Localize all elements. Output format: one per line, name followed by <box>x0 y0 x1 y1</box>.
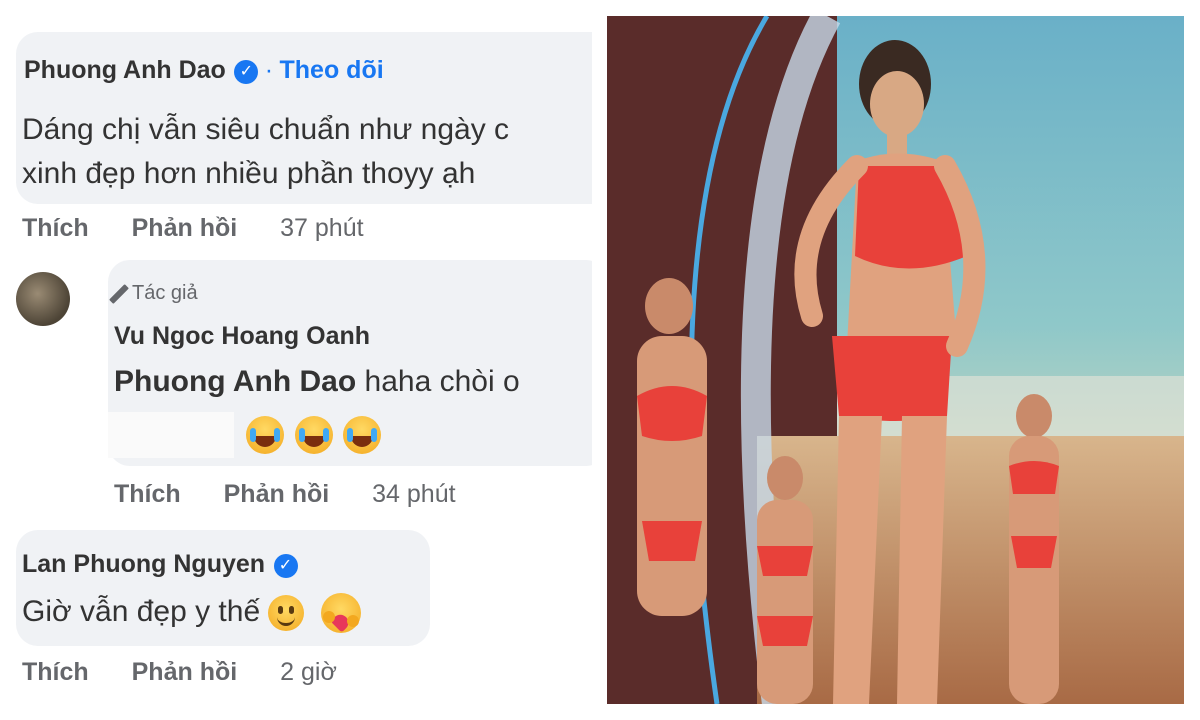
comment-text: Giờ vẫn đẹp y thế <box>22 590 361 634</box>
comment-text: Dáng chị vẫn siêu chuẩn như ngày c xinh … <box>22 108 509 196</box>
comment-author[interactable]: Vu Ngoc Hoang Oanh <box>114 322 370 351</box>
comment-text-line: Dáng chị vẫn siêu chuẩn như ngày c <box>22 113 510 146</box>
comment-actions: Thích Phản hồi 2 giờ <box>22 658 373 687</box>
reply-button[interactable]: Phản hồi <box>224 480 330 508</box>
contestant-right <box>1009 394 1059 704</box>
laughing-emoji-icon <box>294 416 333 454</box>
author-badge-label: Tác giả <box>132 282 198 304</box>
red-bikini-bottom <box>832 336 952 421</box>
pencil-icon <box>109 283 129 304</box>
verified-check-icon: ✓ <box>273 554 298 578</box>
like-button[interactable]: Thích <box>22 658 89 686</box>
avatar[interactable] <box>16 272 70 326</box>
separator-dot: · <box>264 56 274 84</box>
reply-button[interactable]: Phản hồi <box>132 658 238 686</box>
comment-text-line: xinh đẹp hơn nhiều phần thoyy ạh <box>22 157 476 190</box>
laughing-emoji-icon <box>246 416 285 454</box>
laughing-emoji-icon <box>343 416 382 454</box>
reply-button[interactable]: Phản hồi <box>132 214 238 242</box>
comment-header: Phuong Anh Dao ✓ · Theo dõi <box>24 56 384 85</box>
blurred-placeholder <box>108 412 234 458</box>
comment-author[interactable]: Lan Phuong Nguyen <box>22 550 265 578</box>
pageant-stage-illustration <box>607 16 1184 704</box>
comment-header: Lan Phuong Nguyen ✓ <box>22 550 298 579</box>
author-badge: Tác giả <box>109 282 198 305</box>
reply-bubble: Tác giả Vu Ngoc Hoang Oanh Phuong Anh Da… <box>108 260 592 466</box>
pageant-photo <box>607 16 1184 704</box>
comment-timestamp[interactable]: 37 phút <box>280 214 363 242</box>
verified-check-icon: ✓ <box>234 60 259 84</box>
comments-panel: Phuong Anh Dao ✓ · Theo dõi Dáng chị vẫn… <box>0 0 592 720</box>
comment-timestamp[interactable]: 2 giờ <box>280 658 337 686</box>
emoji-row <box>108 412 387 458</box>
comment-text-body: haha chòi o <box>364 365 520 398</box>
like-button[interactable]: Thích <box>22 214 89 242</box>
comment-actions: Thích Phản hồi 37 phút <box>22 214 400 243</box>
comment-bubble: Phuong Anh Dao ✓ · Theo dõi Dáng chị vẫn… <box>16 32 592 204</box>
comment-bubble: Lan Phuong Nguyen ✓ Giờ vẫn đẹp y thế <box>16 530 430 646</box>
like-button[interactable]: Thích <box>114 480 181 508</box>
comment-text: Phuong Anh Dao haha chòi o <box>114 360 520 404</box>
comment-actions: Thích Phản hồi 34 phút <box>114 480 492 509</box>
comment-text-body: Giờ vẫn đẹp y thế <box>22 595 261 628</box>
comment-timestamp[interactable]: 34 phút <box>372 480 455 508</box>
smile-emoji-icon <box>268 595 305 632</box>
hug-emoji-icon <box>320 593 361 634</box>
mention-link[interactable]: Phuong Anh Dao <box>114 365 356 398</box>
follow-button[interactable]: Theo dõi <box>280 56 384 84</box>
stage-floor <box>757 436 1184 704</box>
comment-author[interactable]: Phuong Anh Dao <box>24 56 226 84</box>
